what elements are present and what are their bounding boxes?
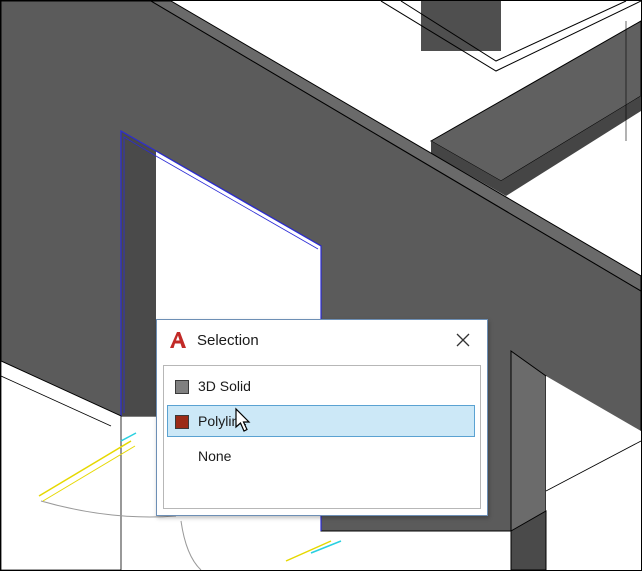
door-jamb xyxy=(121,131,156,416)
color-swatch xyxy=(175,415,189,429)
list-item-polyline[interactable]: Polyline xyxy=(167,405,475,437)
list-item-label: None xyxy=(198,448,232,464)
list-item-label: 3D Solid xyxy=(198,378,251,394)
list-item-label: Polyline xyxy=(198,413,248,429)
list-item-none[interactable]: None xyxy=(167,440,475,472)
door-line-cyan-1 xyxy=(120,432,137,442)
viewport[interactable]: Selection 3D Solid Polyline None xyxy=(0,0,642,571)
wall-top-block xyxy=(421,1,501,51)
door-line-yellow-3 xyxy=(285,540,332,562)
popup-header: Selection xyxy=(157,320,487,360)
door-swing-arc-2 xyxy=(180,520,202,570)
list-item-3d-solid[interactable]: 3D Solid xyxy=(167,370,475,402)
autocad-a-icon xyxy=(170,332,186,348)
popup-title: Selection xyxy=(197,332,259,349)
selection-popup: Selection 3D Solid Polyline None xyxy=(156,319,488,516)
selection-list: 3D Solid Polyline None xyxy=(163,365,481,509)
close-icon[interactable] xyxy=(451,328,475,352)
color-swatch xyxy=(175,380,189,394)
